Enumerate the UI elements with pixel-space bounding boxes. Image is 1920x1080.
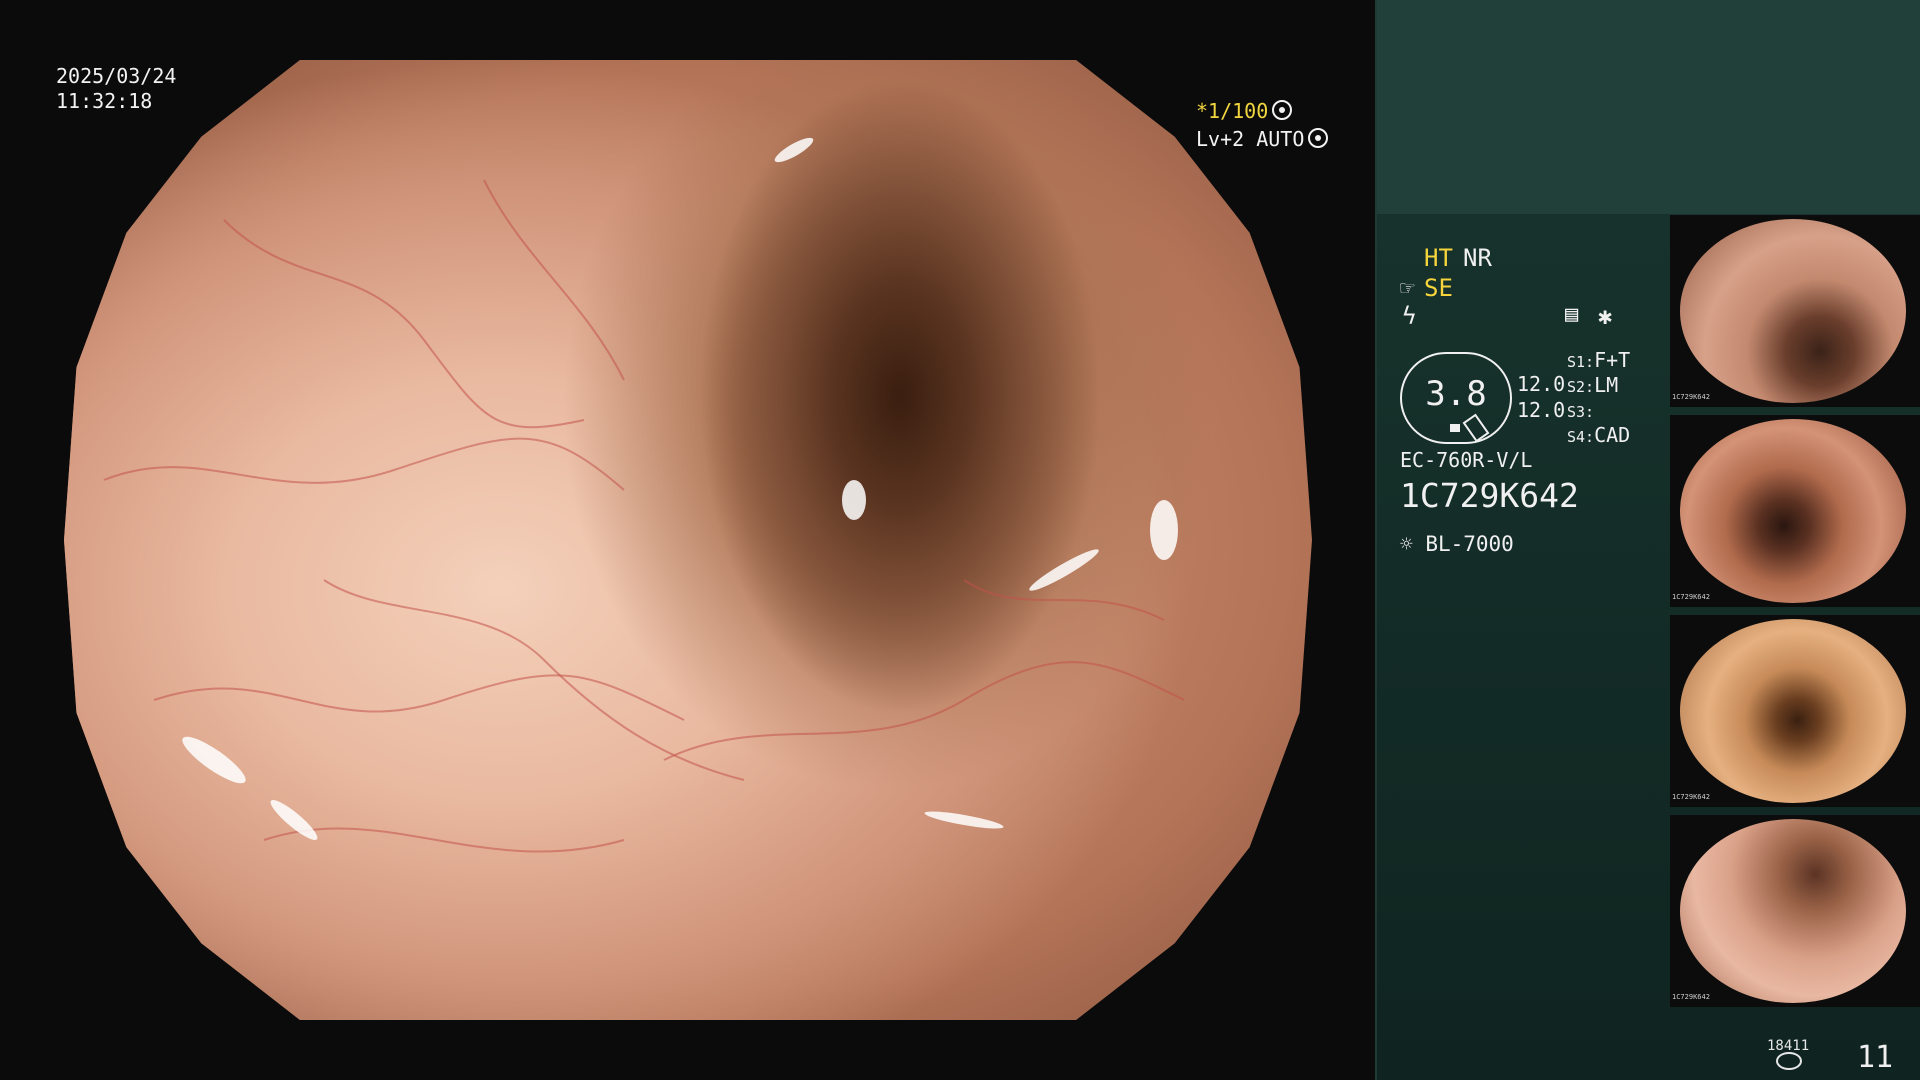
mucosa-vessels xyxy=(103,137,1185,853)
switch-1-label: S1: xyxy=(1567,353,1595,371)
asterisk-icon: ✱ xyxy=(1598,302,1613,330)
shutter-text: *1/100 xyxy=(1196,99,1269,123)
timestamp: 2025/03/24 11:32:18 xyxy=(56,64,176,114)
value-2: 12.0 xyxy=(1517,398,1566,422)
thumbnail-serial: 1C729K642 xyxy=(1672,993,1710,1001)
thumbnail-image xyxy=(1680,619,1906,803)
endoscope-live-image xyxy=(64,60,1312,1020)
captured-image-thumbnail[interactable]: 1C729K642 xyxy=(1670,615,1920,807)
hand-icon: ☞ xyxy=(1400,274,1415,302)
switch-2-label: S2: xyxy=(1567,378,1595,396)
switch-3-label: S3: xyxy=(1567,403,1595,421)
mode-ht: HT xyxy=(1424,244,1453,272)
time-text: 11:32:18 xyxy=(56,89,153,113)
sun-icon: ☼ xyxy=(1400,532,1413,556)
lightning-icon: ϟ xyxy=(1402,302,1417,330)
switch-2-value: LM xyxy=(1594,373,1619,397)
switch-4-value: CAD xyxy=(1594,423,1631,447)
scope-serial: 1C729K642 xyxy=(1400,476,1579,515)
switch-4-label: S4: xyxy=(1567,428,1595,446)
mode-se: SE xyxy=(1424,274,1453,302)
level-text: Lv+2 AUTO xyxy=(1196,127,1305,151)
disk-icon xyxy=(1776,1052,1802,1070)
thumbnail-image xyxy=(1680,219,1906,403)
switch-1-value: F+T xyxy=(1594,348,1631,372)
shutter-indicator: *1/100 xyxy=(1196,99,1293,123)
brightness-level-indicator: Lv+2 AUTO xyxy=(1196,127,1329,151)
film-reel-icon xyxy=(1272,100,1293,120)
light-source-text: BL-7000 xyxy=(1425,532,1514,556)
mode-nr: NR xyxy=(1463,244,1492,272)
captured-image-thumbnail[interactable]: 1C729K642 xyxy=(1670,415,1920,607)
switch-4: S4:CAD xyxy=(1567,423,1630,447)
switch-2: S2:LM xyxy=(1567,373,1618,397)
endoscope-video-area: 2025/03/24 11:32:18 *1/100 Lv+2 AUTO xyxy=(0,0,1375,1080)
thumbnail-serial: 1C729K642 xyxy=(1672,793,1710,801)
thumbnail-serial: 1C729K642 xyxy=(1672,593,1710,601)
aperture-icon xyxy=(1308,128,1329,148)
gauge-needle xyxy=(1462,413,1490,443)
captured-image-thumbnail[interactable]: 1C729K642 xyxy=(1670,215,1920,407)
thumbnail-image xyxy=(1680,419,1906,603)
light-source: ☼ BL-7000 xyxy=(1400,532,1514,556)
panel-header-block xyxy=(1377,0,1920,214)
switch-3: S3: xyxy=(1567,398,1594,422)
captured-image-thumbnail[interactable]: 1C729K642 xyxy=(1670,815,1920,1007)
gauge-dial: 3.8 xyxy=(1400,352,1512,444)
image-count: 11 xyxy=(1857,1040,1894,1075)
gauge-marker xyxy=(1450,424,1460,432)
switch-1: S1:F+T xyxy=(1567,348,1630,372)
scope-model: EC-760R-V/L xyxy=(1400,448,1533,472)
captured-images-strip: 1C729K642 1C729K642 1C729K642 1C729K642 xyxy=(1670,215,1920,1015)
thumbnail-serial: 1C729K642 xyxy=(1672,393,1710,401)
value-1: 12.0 xyxy=(1517,372,1566,396)
gauge-value: 3.8 xyxy=(1425,374,1487,414)
date-text: 2025/03/24 xyxy=(56,64,177,88)
thumbnail-image xyxy=(1680,819,1906,1003)
memory-card-icon: ▤ xyxy=(1565,302,1579,327)
